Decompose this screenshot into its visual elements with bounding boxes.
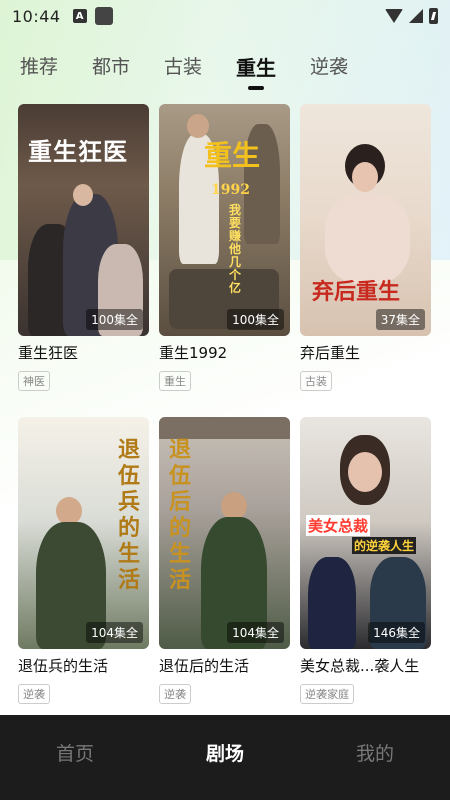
drama-card[interactable]: 退伍兵的生活 104集全 退伍兵的生活 逆袭: [18, 417, 149, 730]
drama-tag: 逆袭家庭: [300, 684, 354, 704]
poster-year: 1992: [211, 182, 250, 198]
nav-theater[interactable]: 剧场: [150, 739, 300, 766]
poster-title: 重生: [204, 139, 261, 172]
drama-title: 弃后重生: [300, 344, 361, 362]
poster-subtitle: 的逆袭人生: [352, 537, 417, 554]
poster-title: 重生狂医: [28, 137, 128, 166]
tab-rebirth[interactable]: 重生: [236, 46, 276, 90]
battery-icon: [429, 8, 438, 24]
drama-title: 退伍兵的生活: [18, 657, 109, 675]
drama-poster: 退伍后的生活 104集全: [159, 417, 290, 649]
tab-urban[interactable]: 都市: [92, 46, 130, 90]
tab-recommend[interactable]: 推荐: [20, 46, 58, 90]
tab-costume[interactable]: 古装: [164, 46, 202, 90]
wifi-icon: [385, 9, 403, 23]
episode-badge: 104集全: [86, 622, 143, 643]
notification-square-icon: [94, 7, 113, 25]
nav-home[interactable]: 首页: [0, 739, 150, 766]
drama-tag: 神医: [18, 371, 50, 391]
episode-badge: 100集全: [86, 309, 143, 330]
drama-card[interactable]: 退伍后的生活 104集全 退伍后的生活 逆袭: [159, 417, 290, 730]
episode-badge: 104集全: [227, 622, 284, 643]
drama-tag: 逆袭: [159, 684, 191, 704]
drama-card[interactable]: 重生狂医 100集全 重生狂医 神医: [18, 104, 149, 417]
drama-tag: 古装: [300, 371, 332, 391]
drama-tag: 逆袭: [18, 684, 50, 704]
poster-title: 弃后重生: [312, 279, 401, 305]
notification-a-icon: A: [72, 9, 87, 23]
drama-poster: 重生 1992 我要赚他几个亿 100集全: [159, 104, 290, 336]
episode-badge: 100集全: [227, 309, 284, 330]
drama-tag: 重生: [159, 371, 191, 391]
episode-badge: 146集全: [368, 622, 425, 643]
drama-card[interactable]: 美女总裁 的逆袭人生 146集全 美女总裁...袭人生 逆袭家庭: [300, 417, 431, 730]
poster-title: 美女总裁: [306, 515, 371, 536]
signal-icon: [409, 9, 423, 23]
drama-card[interactable]: 重生 1992 我要赚他几个亿 100集全 重生1992 重生: [159, 104, 290, 417]
tab-counterattack[interactable]: 逆袭: [310, 46, 348, 90]
drama-title: 美女总裁...袭人生: [300, 657, 420, 675]
bottom-navigation: 首页 剧场 我的: [0, 715, 450, 800]
drama-title: 重生狂医: [18, 344, 79, 362]
drama-card[interactable]: 弃后重生 37集全 弃后重生 古装: [300, 104, 431, 417]
category-tabs: 推荐 都市 古装 重生 逆袭: [0, 46, 450, 96]
drama-poster: 美女总裁 的逆袭人生 146集全: [300, 417, 431, 649]
drama-title: 退伍后的生活: [159, 657, 250, 675]
drama-poster: 弃后重生 37集全: [300, 104, 431, 336]
nav-mine[interactable]: 我的: [300, 739, 450, 766]
poster-title: 退伍后的生活: [169, 437, 192, 593]
drama-title: 重生1992: [159, 344, 228, 362]
episode-badge: 37集全: [375, 309, 425, 330]
drama-poster: 退伍兵的生活 104集全: [18, 417, 149, 649]
drama-grid: 重生狂医 100集全 重生狂医 神医 重生 1992 我要赚他几个亿 100集全…: [18, 104, 434, 730]
status-time: 10:44: [12, 6, 61, 26]
status-bar: 10:44 A: [0, 0, 450, 32]
drama-poster: 重生狂医 100集全: [18, 104, 149, 336]
poster-title: 退伍兵的生活: [118, 437, 141, 593]
poster-subtitle: 我要赚他几个亿: [229, 203, 242, 295]
